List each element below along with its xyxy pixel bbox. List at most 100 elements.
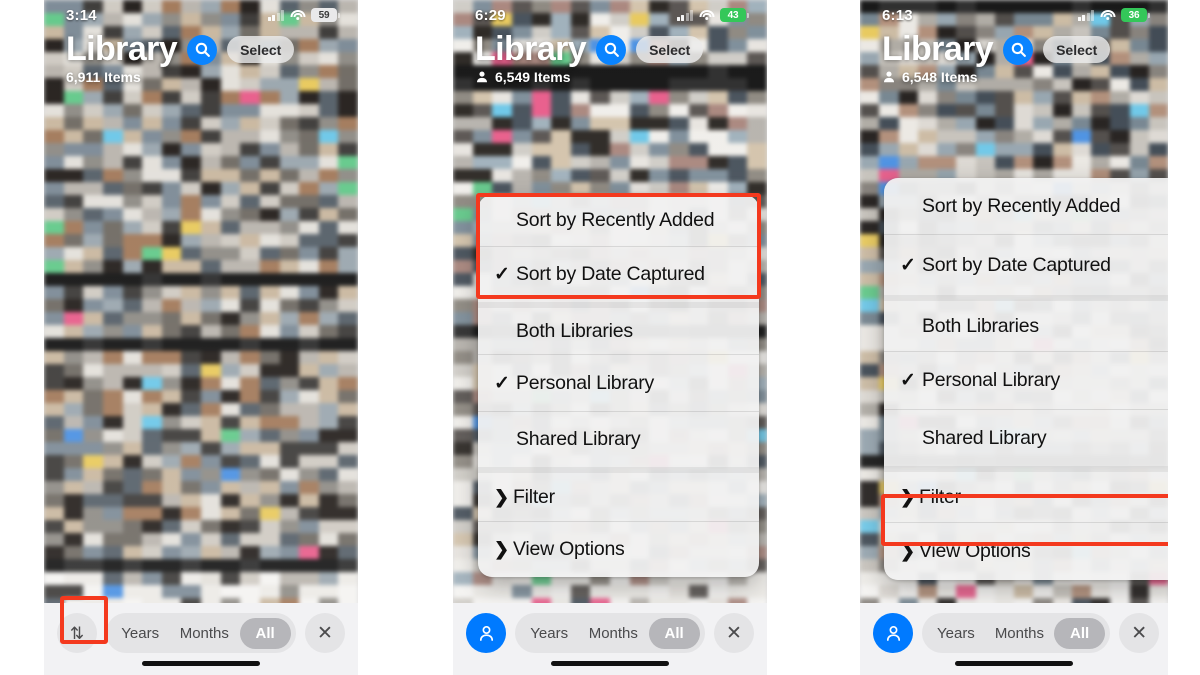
cellular-signal-icon <box>267 9 284 21</box>
nav-header-1: Library Select 6,911 Items <box>44 30 358 85</box>
check-icon: ✓ <box>494 372 510 394</box>
person-icon <box>883 71 895 82</box>
search-icon[interactable] <box>596 34 627 65</box>
select-button[interactable]: Select <box>636 36 704 64</box>
chevron-right-icon: ❯ <box>494 486 510 507</box>
chevron-right-icon: ❯ <box>494 539 510 559</box>
battery-icon: 36 <box>1121 8 1150 22</box>
sort-context-menu-2[interactable]: Sort by Recently Added ✓ Sort by Date Ca… <box>478 195 759 577</box>
wifi-icon <box>290 9 305 21</box>
segment-years[interactable]: Years <box>520 625 578 642</box>
status-time: 3:14 <box>66 6 97 24</box>
search-icon[interactable] <box>1003 34 1034 65</box>
menu-item-label: View Options <box>513 538 625 560</box>
menu-item-label: Sort by Recently Added <box>922 194 1121 217</box>
status-bar-2: 6:29 43 <box>453 0 767 30</box>
bottom-toolbar-3: Years Months All ✕ <box>860 603 1168 675</box>
menu-item-shared-library[interactable]: Shared Library <box>478 411 759 467</box>
library-person-button[interactable] <box>873 613 913 653</box>
item-count: 6,911 Items <box>66 68 141 85</box>
menu-item-label: Both Libraries <box>516 319 633 342</box>
segment-months[interactable]: Months <box>985 625 1054 642</box>
phone-screenshot-2: 6:29 43 Library Select 6,549 Items Sort … <box>453 0 767 675</box>
menu-item-personal-library[interactable]: ✓ Personal Library <box>478 354 759 411</box>
person-icon <box>886 625 900 641</box>
search-icon[interactable] <box>187 34 218 65</box>
menu-item-filter[interactable]: ❯ Filter <box>884 466 1168 522</box>
person-icon <box>479 625 493 641</box>
status-time: 6:13 <box>882 6 913 24</box>
bottom-toolbar-1: ⇅ Years Months All ✕ <box>44 603 358 675</box>
menu-item-view-options[interactable]: ❯ View Options <box>478 521 759 577</box>
menu-item-sort-recently-added[interactable]: Sort by Recently Added <box>478 195 759 246</box>
menu-item-label: View Options <box>919 540 1031 562</box>
status-bar-3: 6:13 36 <box>860 0 1168 30</box>
segment-all[interactable]: All <box>1054 617 1106 649</box>
wifi-icon <box>1100 9 1115 21</box>
sort-button[interactable]: ⇅ <box>57 613 97 653</box>
close-button[interactable]: ✕ <box>305 613 345 653</box>
menu-item-label: Personal Library <box>922 369 1060 391</box>
page-title: Library <box>475 30 587 68</box>
cellular-signal-icon <box>676 9 693 21</box>
menu-item-label: Sort by Recently Added <box>516 209 715 231</box>
menu-item-label: Shared Library <box>922 426 1047 449</box>
close-button[interactable]: ✕ <box>1119 613 1160 653</box>
sort-context-menu-3[interactable]: Sort by Recently Added ✓ Sort by Date Ca… <box>884 178 1168 580</box>
menu-item-both-libraries[interactable]: Both Libraries <box>478 302 759 354</box>
segment-years[interactable]: Years <box>927 625 985 642</box>
menu-item-both-libraries[interactable]: Both Libraries <box>884 295 1168 351</box>
battery-level: 36 <box>1121 8 1147 22</box>
timescale-segmented-control-2[interactable]: Years Months All <box>515 613 705 653</box>
menu-item-sort-date-captured[interactable]: ✓ Sort by Date Captured <box>884 234 1168 295</box>
check-icon: ✓ <box>494 264 510 285</box>
battery-icon: 43 <box>720 8 749 22</box>
item-count: 6,548 Items <box>902 68 978 85</box>
wifi-icon <box>699 9 714 21</box>
status-bar-1: 3:14 59 <box>44 0 358 30</box>
menu-item-label: Sort by Date Captured <box>922 253 1111 276</box>
segment-months[interactable]: Months <box>170 625 239 642</box>
menu-item-sort-date-captured[interactable]: ✓ Sort by Date Captured <box>478 246 759 302</box>
nav-header-2: Library Select 6,549 Items <box>453 30 767 85</box>
phone-screenshot-1: 3:14 59 Library Select 6,911 Items ⇅ Yea… <box>44 0 358 675</box>
menu-item-shared-library[interactable]: Shared Library <box>884 409 1168 466</box>
person-icon <box>476 71 488 82</box>
cellular-signal-icon <box>1077 9 1094 21</box>
close-button[interactable]: ✕ <box>714 613 754 653</box>
chevron-right-icon: ❯ <box>900 541 916 561</box>
page-title: Library <box>66 30 178 68</box>
menu-item-label: Personal Library <box>516 371 654 394</box>
close-icon: ✕ <box>317 622 333 644</box>
home-indicator <box>955 661 1073 666</box>
close-icon: ✕ <box>1131 622 1148 644</box>
menu-item-view-options[interactable]: ❯ View Options <box>884 522 1168 580</box>
select-button[interactable]: Select <box>227 36 295 64</box>
segment-all[interactable]: All <box>648 617 700 649</box>
battery-level: 59 <box>311 8 337 22</box>
segment-all[interactable]: All <box>239 617 291 649</box>
battery-level: 43 <box>720 8 746 22</box>
screenshot-canvas: 3:14 59 Library Select 6,911 Items ⇅ Yea… <box>0 0 1200 675</box>
menu-item-label: Shared Library <box>516 428 641 450</box>
page-title: Library <box>882 30 994 68</box>
select-button[interactable]: Select <box>1043 36 1111 64</box>
segment-years[interactable]: Years <box>111 625 169 642</box>
menu-item-label: Filter <box>513 485 555 508</box>
segment-months[interactable]: Months <box>579 625 648 642</box>
menu-item-label: Both Libraries <box>922 314 1039 337</box>
menu-item-sort-recently-added[interactable]: Sort by Recently Added <box>884 178 1168 234</box>
battery-icon: 59 <box>311 8 340 22</box>
phone-screenshot-3: 6:13 36 Library Select 6,548 Items Sort … <box>860 0 1168 675</box>
timescale-segmented-control-3[interactable]: Years Months All <box>922 613 1111 653</box>
item-count: 6,549 Items <box>495 68 571 85</box>
library-person-button[interactable] <box>466 613 506 653</box>
menu-item-personal-library[interactable]: ✓ Personal Library <box>884 351 1168 409</box>
check-icon: ✓ <box>900 254 916 276</box>
timescale-segmented-control-1[interactable]: Years Months All <box>106 613 296 653</box>
menu-item-label: Filter <box>919 485 961 508</box>
status-time: 6:29 <box>475 6 506 24</box>
home-indicator <box>551 661 669 666</box>
menu-item-filter[interactable]: ❯ Filter <box>478 467 759 521</box>
photo-grid-1[interactable] <box>44 0 358 675</box>
